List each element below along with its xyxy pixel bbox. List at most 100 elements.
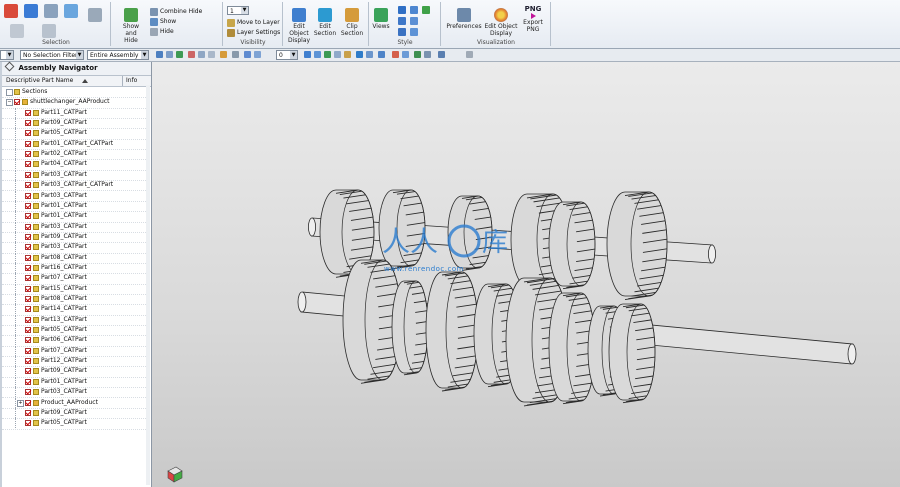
checkbox-icon[interactable] <box>25 285 31 292</box>
checkbox-icon[interactable] <box>25 192 31 199</box>
views-button[interactable]: Views <box>372 8 390 30</box>
tree-node[interactable]: Part05_CATPart <box>2 418 148 430</box>
checkbox-icon[interactable] <box>25 109 31 116</box>
hidden-edges-icon[interactable] <box>410 17 418 25</box>
checkbox-icon[interactable] <box>25 213 31 220</box>
edit-section-button[interactable]: Edit Section <box>313 8 337 37</box>
checkbox-icon[interactable] <box>25 399 31 406</box>
midpoint-icon[interactable] <box>314 51 321 58</box>
edit-object-display-2-button[interactable]: Edit Object Display <box>484 8 518 37</box>
checkbox-icon[interactable] <box>25 275 31 282</box>
checkbox-icon[interactable] <box>25 130 31 137</box>
arc-center-icon[interactable] <box>344 51 351 58</box>
selection-scope-select[interactable]: Entire Assembly ▼ <box>87 50 149 60</box>
show-row[interactable]: Show <box>150 17 176 26</box>
gear-lower-3[interactable] <box>425 271 479 392</box>
point-on-curve-icon[interactable] <box>392 51 399 58</box>
combine-hide-row[interactable]: Combine Hide <box>150 7 202 16</box>
hide-row[interactable]: Hide <box>150 27 174 36</box>
preferences-button[interactable]: Preferences <box>446 8 482 30</box>
window-button[interactable] <box>64 4 78 19</box>
select-button[interactable] <box>24 4 38 19</box>
checkbox-icon[interactable] <box>25 140 31 147</box>
gearbox-model[interactable] <box>152 62 900 487</box>
static-wireframe-icon[interactable] <box>398 17 406 25</box>
control-point-icon[interactable] <box>324 51 331 58</box>
edit-object-display-button[interactable]: Edit Object Display <box>287 8 311 44</box>
wireframe-icon[interactable] <box>410 6 418 14</box>
reset-filter-icon[interactable] <box>166 51 173 58</box>
checkbox-icon[interactable] <box>25 202 31 209</box>
fit-button[interactable] <box>88 8 102 23</box>
checkbox-icon[interactable] <box>25 161 31 168</box>
collapse-icon[interactable]: − <box>6 99 13 107</box>
checkbox-icon[interactable] <box>25 337 31 344</box>
snap-button[interactable] <box>4 4 18 19</box>
layer-settings-row[interactable]: Layer Settings <box>227 28 280 37</box>
checkbox-icon[interactable] <box>14 99 20 106</box>
checkbox-icon[interactable] <box>25 254 31 261</box>
checkbox-icon[interactable] <box>25 223 31 230</box>
checkbox-icon[interactable] <box>25 233 31 240</box>
gear-upper-5[interactable] <box>548 201 596 290</box>
grid-icon[interactable] <box>232 51 239 58</box>
checkbox-icon[interactable] <box>25 120 31 127</box>
checkbox-icon[interactable] <box>25 368 31 375</box>
lower-shaft-end[interactable] <box>847 343 857 365</box>
studio-icon[interactable] <box>398 28 406 36</box>
checkbox-icon[interactable] <box>25 316 31 323</box>
checkbox-icon[interactable] <box>25 409 31 416</box>
snap-value-select[interactable]: 0 ▼ <box>276 50 298 60</box>
export-png-button[interactable]: PNG Export PNG <box>520 6 546 34</box>
lasso-icon[interactable] <box>188 51 195 58</box>
select-all-icon[interactable] <box>176 51 183 58</box>
gear-upper-6[interactable] <box>606 191 668 301</box>
checkbox-icon[interactable] <box>25 389 31 396</box>
orient-icon[interactable] <box>254 51 261 58</box>
checkbox-icon[interactable] <box>25 151 31 158</box>
checkbox-icon[interactable] <box>25 244 31 251</box>
menu-dropdown[interactable]: ▼ <box>0 50 14 60</box>
column-header-info[interactable]: Info <box>126 76 137 86</box>
outside-icon[interactable] <box>208 51 215 58</box>
checkbox-icon[interactable] <box>25 296 31 302</box>
checkbox-icon[interactable] <box>25 306 31 313</box>
clip-section-button[interactable]: Clip Section <box>339 8 365 37</box>
checkbox-icon[interactable] <box>25 171 31 178</box>
column-header-name[interactable]: Descriptive Part Name <box>6 76 73 86</box>
type-filter-select[interactable]: No Selection Filter ▼ <box>20 50 84 60</box>
point-on-face-icon[interactable] <box>402 51 409 58</box>
checkbox-icon[interactable] <box>25 358 31 365</box>
rotate-button[interactable] <box>42 24 56 39</box>
gear-lower-8[interactable] <box>608 303 656 404</box>
checkbox-icon[interactable] <box>25 327 31 334</box>
wcs-toggle-icon[interactable] <box>244 51 251 58</box>
show-and-hide-button[interactable]: Show and Hide <box>118 8 144 44</box>
existing-point-icon[interactable] <box>378 51 385 58</box>
snap-point-icon[interactable] <box>220 51 227 58</box>
tangent-icon[interactable] <box>356 51 363 58</box>
checkbox-icon[interactable] <box>25 378 31 385</box>
navigator-scrollbar[interactable] <box>146 85 150 485</box>
checkbox-icon[interactable] <box>25 420 31 427</box>
intersection-icon[interactable] <box>334 51 341 58</box>
lower-shaft-end[interactable] <box>297 291 307 313</box>
checkbox-icon[interactable] <box>25 347 31 354</box>
shaded-icon[interactable] <box>398 6 406 14</box>
checkbox-icon[interactable] <box>25 264 31 271</box>
shaded-edges-icon[interactable] <box>422 6 430 14</box>
box-select-button[interactable] <box>44 4 58 19</box>
checkbox-icon[interactable] <box>25 182 31 189</box>
inside-icon[interactable] <box>198 51 205 58</box>
extra-snap-icon[interactable] <box>438 51 445 58</box>
graphics-window[interactable]: 人人 库 www.renrendoc.com <box>152 62 900 487</box>
expander-icon[interactable] <box>6 89 13 96</box>
arrow-button[interactable] <box>10 24 24 39</box>
bounded-grid-icon[interactable] <box>414 51 421 58</box>
face-analysis-icon[interactable] <box>410 28 418 36</box>
upper-shaft-end[interactable] <box>307 217 316 237</box>
pole-icon[interactable] <box>424 51 431 58</box>
endpoint-icon[interactable] <box>304 51 311 58</box>
upper-shaft-end[interactable] <box>708 244 717 264</box>
toolbar-options-icon[interactable] <box>466 51 473 58</box>
